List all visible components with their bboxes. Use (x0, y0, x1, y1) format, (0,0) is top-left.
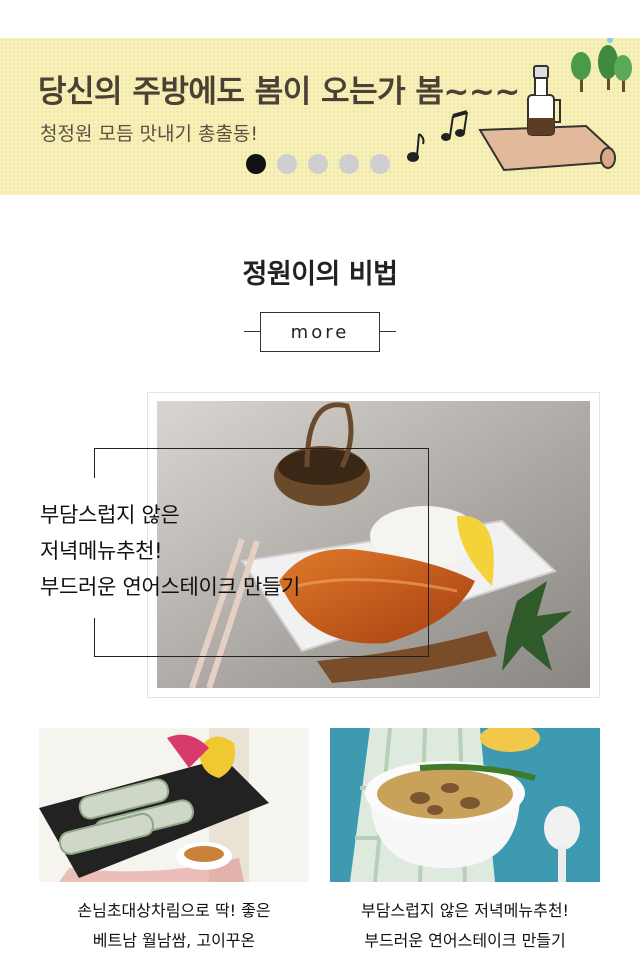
card-caption: 부담스럽지 않은 저녁메뉴추천! 부드러운 연어스테이크 만들기 (330, 896, 600, 956)
slide-dot-5[interactable] (370, 154, 390, 174)
promo-banner[interactable]: 당신의 주방에도 봄이 오는가 봄~~~ 청정원 모듬 맛내기 총출동! (0, 38, 640, 195)
card-caption-line: 부담스럽지 않은 저녁메뉴추천! (361, 901, 569, 920)
more-button[interactable]: more (260, 312, 380, 352)
recipe-card[interactable]: 부담스럽지 않은 저녁메뉴추천! 부드러운 연어스테이크 만들기 (330, 728, 600, 956)
soup-bowl-photo[interactable] (330, 728, 600, 882)
feature-caption-line: 부담스럽지 않은 (40, 503, 180, 527)
bottle-icon (527, 65, 561, 136)
recipe-card[interactable]: 손님초대상차림으로 딱! 좋은 베트남 월남쌈, 고이꾸온 (39, 728, 309, 956)
spring-roll-photo[interactable] (39, 728, 309, 882)
card-caption-line: 부드러운 연어스테이크 만들기 (364, 931, 566, 950)
slide-dot-1[interactable] (246, 154, 266, 174)
slide-dot-2[interactable] (277, 154, 297, 174)
card-caption-line: 베트남 월남쌈, 고이꾸온 (92, 931, 256, 950)
feature-caption-line: 저녁메뉴추천! (40, 539, 163, 563)
slide-dot-3[interactable] (308, 154, 328, 174)
feature-caption-line: 부드러운 연어스테이크 만들기 (40, 575, 301, 599)
slide-dot-4[interactable] (339, 154, 359, 174)
section-title: 정원이의 비법 (242, 259, 398, 290)
card-caption-line: 손님초대상차림으로 딱! 좋은 (77, 901, 271, 920)
feature-caption[interactable]: 부담스럽지 않은 저녁메뉴추천! 부드러운 연어스테이크 만들기 (40, 497, 300, 605)
card-caption: 손님초대상차림으로 딱! 좋은 베트남 월남쌈, 고이꾸온 (39, 896, 309, 956)
more-control: more (244, 312, 396, 352)
banner-subtitle: 청정원 모듬 맛내기 총출동! (40, 123, 259, 145)
music-notes-icon (407, 110, 468, 162)
tree-icon (571, 38, 632, 92)
slide-pagination (246, 154, 390, 174)
banner-illustration (407, 38, 632, 172)
